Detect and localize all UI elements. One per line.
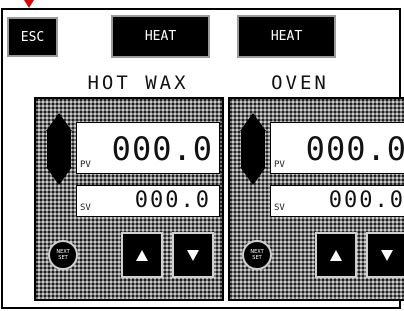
next-set-label: NEXT SET (250, 249, 264, 261)
arrow-down-icon (187, 249, 199, 261)
sv-display[interactable]: SV 000.0 (270, 185, 404, 217)
hot-wax-title: HOT WAX (87, 72, 189, 94)
sv-label: SV (80, 203, 91, 213)
pv-display: PV 000.0 (270, 122, 404, 174)
sv-label: SV (274, 203, 285, 213)
sv-value: 000.0 (328, 188, 404, 213)
arrow-up-icon (330, 249, 342, 261)
decrease-button[interactable] (172, 232, 214, 278)
pv-label: PV (274, 160, 285, 170)
pv-value: 000.0 (111, 130, 213, 168)
arrow-down-icon (381, 249, 393, 261)
arrow-up-icon (136, 249, 148, 261)
updown-selector-icon[interactable] (240, 113, 266, 185)
heat-button-hot-wax[interactable]: HEAT (111, 15, 210, 58)
pv-display: PV 000.0 (76, 122, 220, 174)
pv-value: 000.0 (305, 130, 404, 168)
hot-wax-panel: PV 000.0 SV 000.0 NEXT SET (34, 97, 224, 301)
increase-button[interactable] (121, 232, 163, 278)
next-set-button[interactable]: NEXT SET (48, 240, 78, 270)
sv-value: 000.0 (134, 188, 211, 213)
increase-button[interactable] (315, 232, 357, 278)
decrease-button[interactable] (366, 232, 404, 278)
oven-title: OVEN (271, 72, 329, 94)
selection-marker-icon (24, 0, 34, 8)
esc-button[interactable]: ESC (7, 17, 58, 57)
sv-display[interactable]: SV 000.0 (76, 185, 220, 217)
oven-panel: PV 000.0 SV 000.0 NEXT SET (228, 97, 404, 301)
updown-selector-icon[interactable] (46, 113, 72, 185)
heat-button-oven[interactable]: HEAT (237, 15, 336, 58)
next-set-label: NEXT SET (56, 249, 70, 261)
next-set-button[interactable]: NEXT SET (242, 240, 272, 270)
pv-label: PV (80, 160, 91, 170)
